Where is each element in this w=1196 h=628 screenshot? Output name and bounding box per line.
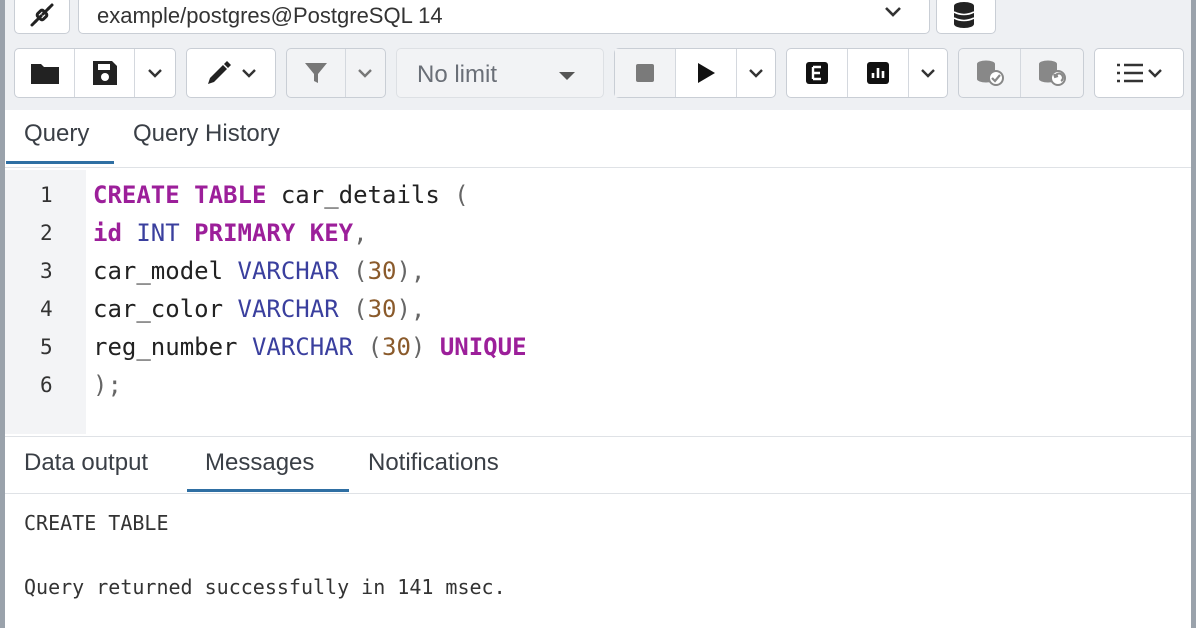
stop-icon xyxy=(636,64,655,82)
explain-options-dropdown[interactable] xyxy=(909,49,947,97)
tab-messages[interactable]: Messages xyxy=(205,449,314,477)
explain-button[interactable] xyxy=(787,49,849,97)
explain-analyze-button[interactable] xyxy=(848,49,910,97)
connection-plug-icon xyxy=(30,3,54,27)
play-icon xyxy=(698,63,716,83)
stop-button[interactable] xyxy=(615,49,677,97)
edit-menu-button[interactable] xyxy=(187,49,275,97)
execute-button-group xyxy=(614,48,776,98)
chevron-down-icon xyxy=(885,7,901,17)
row-limit-value: No limit xyxy=(417,61,498,88)
execute-options-dropdown[interactable] xyxy=(737,49,775,97)
filter-button[interactable] xyxy=(287,49,346,97)
message-line: Query returned successfully in 141 msec. xyxy=(24,575,506,599)
row-limit-select[interactable]: No limit xyxy=(396,48,604,98)
window-border-left xyxy=(0,0,5,628)
connection-value: example/postgres@PostgreSQL 14 xyxy=(97,3,443,28)
code-line: ); xyxy=(93,371,122,399)
message-line: CREATE TABLE xyxy=(24,511,169,535)
edit-pencil-icon xyxy=(208,61,231,84)
edit-button-group xyxy=(186,48,276,98)
connection-status-button[interactable] xyxy=(14,0,70,34)
transaction-button-group xyxy=(958,48,1084,98)
open-file-icon xyxy=(30,64,59,84)
query-tab-bar: Query Query History xyxy=(0,110,1196,168)
file-button-group xyxy=(14,48,176,98)
save-button[interactable] xyxy=(75,49,135,97)
messages-panel: CREATE TABLE Query returned successfully… xyxy=(0,495,1196,628)
tab-query-history[interactable]: Query History xyxy=(133,120,280,148)
filter-button-group xyxy=(286,48,386,98)
connection-bar: example/postgres@PostgreSQL 14 xyxy=(0,0,1196,38)
commit-icon xyxy=(976,60,1004,86)
line-number-gutter: 1 2 3 4 5 6 xyxy=(4,170,86,434)
filter-options-dropdown[interactable] xyxy=(346,49,385,97)
chevron-down-icon xyxy=(358,69,373,78)
explain-button-group xyxy=(786,48,948,98)
macros-icon xyxy=(1117,63,1143,83)
filter-icon xyxy=(304,63,327,83)
chevron-down-icon xyxy=(148,69,162,78)
window-border-right xyxy=(1191,0,1196,628)
chevron-down-icon xyxy=(1148,69,1162,78)
caret-down-icon xyxy=(559,72,575,80)
commit-button[interactable] xyxy=(959,49,1022,97)
active-tab-indicator xyxy=(187,489,349,492)
tab-query[interactable]: Query xyxy=(24,120,89,148)
line-number: 1 xyxy=(40,183,53,207)
code-line: reg_number VARCHAR (30) UNIQUE xyxy=(93,333,527,361)
result-tab-bar: Data output Messages Notifications xyxy=(0,436,1196,494)
rollback-icon xyxy=(1039,60,1066,86)
tab-notifications[interactable]: Notifications xyxy=(368,449,499,477)
chevron-down-icon xyxy=(242,69,256,78)
explain-analyze-icon xyxy=(867,62,890,84)
rollback-button[interactable] xyxy=(1021,49,1083,97)
chevron-down-icon xyxy=(749,69,764,78)
save-icon xyxy=(92,61,117,85)
save-options-dropdown[interactable] xyxy=(135,49,175,97)
sql-editor[interactable]: 1 2 3 4 5 6 CREATE TABLE car_details ( i… xyxy=(4,170,1192,434)
macros-menu-button[interactable] xyxy=(1095,49,1183,97)
active-tab-indicator xyxy=(6,161,114,164)
line-number: 4 xyxy=(40,297,53,321)
code-line: id INT PRIMARY KEY, xyxy=(93,219,368,247)
code-line: car_model VARCHAR (30), xyxy=(93,257,426,285)
database-icon xyxy=(953,2,975,28)
line-number: 3 xyxy=(40,259,53,283)
line-number: 6 xyxy=(40,373,53,397)
query-toolbar: No limit xyxy=(0,38,1196,110)
explain-icon xyxy=(806,62,829,84)
line-number: 5 xyxy=(40,335,53,359)
new-connection-button[interactable] xyxy=(936,0,996,34)
tab-data-output[interactable]: Data output xyxy=(24,449,148,477)
connection-select[interactable]: example/postgres@PostgreSQL 14 xyxy=(78,0,930,34)
execute-button[interactable] xyxy=(676,49,738,97)
open-file-button[interactable] xyxy=(15,49,75,97)
code-line: car_color VARCHAR (30), xyxy=(93,295,426,323)
macros-button-group xyxy=(1094,48,1184,98)
code-line: CREATE TABLE car_details ( xyxy=(93,181,469,209)
line-number: 2 xyxy=(40,221,53,245)
chevron-down-icon xyxy=(921,69,936,78)
